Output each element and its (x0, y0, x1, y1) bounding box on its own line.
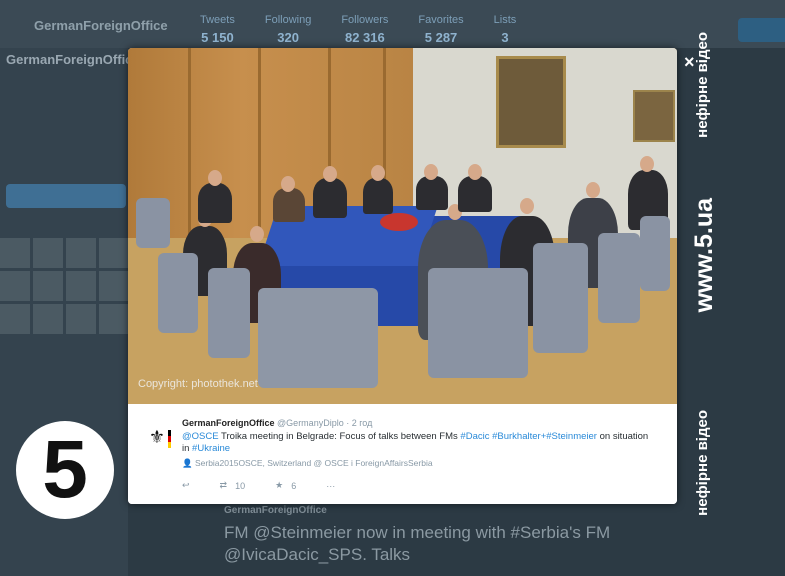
site-url: www.5.ua (690, 198, 718, 313)
delegate-head (586, 182, 600, 198)
profile-name: GermanForeignOffice (6, 52, 140, 67)
stat-followers[interactable]: Followers 82 316 (341, 14, 388, 45)
tweet-actions: ↩ ⇄ 10 ★ 6 ··· (182, 480, 365, 491)
chair (258, 288, 378, 388)
german-flag-icon (168, 430, 171, 448)
delegate-head (520, 198, 534, 214)
star-icon: ★ (275, 480, 284, 490)
photo-thumb[interactable] (99, 304, 129, 334)
delegate-head (371, 165, 385, 181)
reply-button[interactable]: ↩ (182, 480, 190, 491)
photo-thumb[interactable] (33, 304, 63, 334)
hashtag-link[interactable]: #Dacic (460, 431, 489, 442)
chair (533, 243, 588, 353)
delegate (458, 176, 492, 212)
wall-painting (496, 56, 566, 148)
tweet-text-part: Troika meeting in Belgrade: Focus of tal… (218, 431, 461, 442)
more-button[interactable]: ··· (326, 481, 335, 491)
avatar[interactable]: ⚜ (146, 426, 171, 448)
next-tweet-text: FM @Steinmeier now in meeting with #Serb… (224, 523, 611, 564)
tweet-photo[interactable]: Copyright: photothek.net (128, 48, 677, 404)
eagle-icon: ⚜ (148, 427, 166, 447)
hashtag-link[interactable]: #Steinmeier (546, 431, 597, 442)
more-icon: ··· (326, 480, 336, 491)
chair (640, 216, 670, 291)
delegate-head (323, 166, 337, 182)
profile-name-small: GermanForeignOffice (34, 18, 168, 33)
wall-panel-line (258, 48, 261, 248)
retweet-icon: ⇄ (219, 480, 228, 490)
wall-panel-line (188, 48, 191, 248)
tv-watermark-strip: нефірне відео www.5.ua нефірне відео (690, 0, 740, 576)
hashtag-link[interactable]: #Burkhalter (492, 431, 541, 442)
person-icon: 👤 (182, 458, 193, 468)
chair (428, 268, 528, 378)
tweet-card: ⚜ GermanForeignOffice @GermanyDiplo · 2 … (128, 404, 677, 504)
photo-thumb[interactable] (66, 304, 96, 334)
profile-stats-bar: GermanForeignOffice Tweets 5 150 Followin… (0, 0, 785, 48)
tweet-author-handle[interactable]: @GermanyDiplo (277, 418, 344, 428)
channel-logo-number: 5 (42, 424, 88, 515)
chair (136, 198, 170, 248)
delegate (273, 188, 305, 222)
tweet-time[interactable]: · 2 год (346, 418, 372, 428)
photo-thumb[interactable] (99, 238, 129, 268)
tweet-header: GermanForeignOffice @GermanyDiplo · 2 го… (182, 418, 372, 428)
flower-arrangement (380, 213, 418, 231)
watermark-bottom: нефірне відео (694, 410, 711, 516)
photo-thumb[interactable] (33, 238, 63, 268)
tweet-media-modal: Copyright: photothek.net ⚜ GermanForeign… (128, 48, 677, 504)
profile-stats: Tweets 5 150 Following 320 Followers 82 316… (200, 14, 516, 45)
chair (158, 253, 198, 333)
delegate (313, 178, 347, 218)
next-tweet-author: GermanForeignOffice (224, 505, 327, 516)
wall-painting-small (633, 90, 675, 142)
delegate-head (250, 226, 264, 242)
delegate-head (281, 176, 295, 192)
photo-thumb[interactable] (99, 271, 129, 301)
next-tweet[interactable]: GermanForeignOffice FM @Steinmeier now i… (178, 505, 678, 566)
photo-thumb[interactable] (66, 271, 96, 301)
favorite-button[interactable]: ★ 6 (275, 480, 296, 491)
stat-favorites[interactable]: Favorites 5 287 (418, 14, 463, 45)
tweet-author-name[interactable]: GermanForeignOffice (182, 418, 275, 428)
photos-grid (0, 238, 129, 334)
chair (208, 268, 250, 358)
photo-copyright: Copyright: photothek.net (138, 378, 258, 390)
stat-tweets[interactable]: Tweets 5 150 (200, 14, 235, 45)
retweet-button[interactable]: ⇄ 10 (220, 480, 246, 491)
delegate (198, 183, 232, 223)
delegate-head (640, 156, 654, 172)
delegate-head (424, 164, 438, 180)
delegate (363, 178, 393, 214)
stat-lists[interactable]: Lists 3 (494, 14, 517, 45)
photo-thumb[interactable] (0, 304, 30, 334)
tweet-text: @OSCE Troika meeting in Belgrade: Focus … (182, 431, 652, 455)
photo-thumb[interactable] (0, 271, 30, 301)
hashtag-link[interactable]: #Ukraine (192, 443, 230, 454)
photo-thumb[interactable] (0, 238, 30, 268)
delegate-head (208, 170, 222, 186)
delegate (416, 176, 448, 210)
follow-button[interactable] (738, 18, 785, 42)
photo-thumb[interactable] (66, 238, 96, 268)
reply-icon: ↩ (182, 480, 190, 490)
favorite-count: 6 (291, 480, 297, 491)
chair (598, 233, 640, 323)
stat-following[interactable]: Following 320 (265, 14, 311, 45)
mention-link[interactable]: @OSCE (182, 431, 219, 442)
tweet-location[interactable]: 👤 Serbia2015OSCE, Switzerland @ OSCE i F… (182, 458, 433, 469)
channel-5-logo: 5 (16, 421, 114, 519)
retweet-count: 10 (235, 480, 246, 491)
tweet-location-text: Serbia2015OSCE, Switzerland @ OSCE i For… (194, 458, 433, 468)
delegate-head (468, 164, 482, 180)
watermark-top: нефірне відео (694, 32, 711, 138)
photo-thumb[interactable] (33, 271, 63, 301)
tweet-to-button[interactable] (6, 184, 126, 208)
